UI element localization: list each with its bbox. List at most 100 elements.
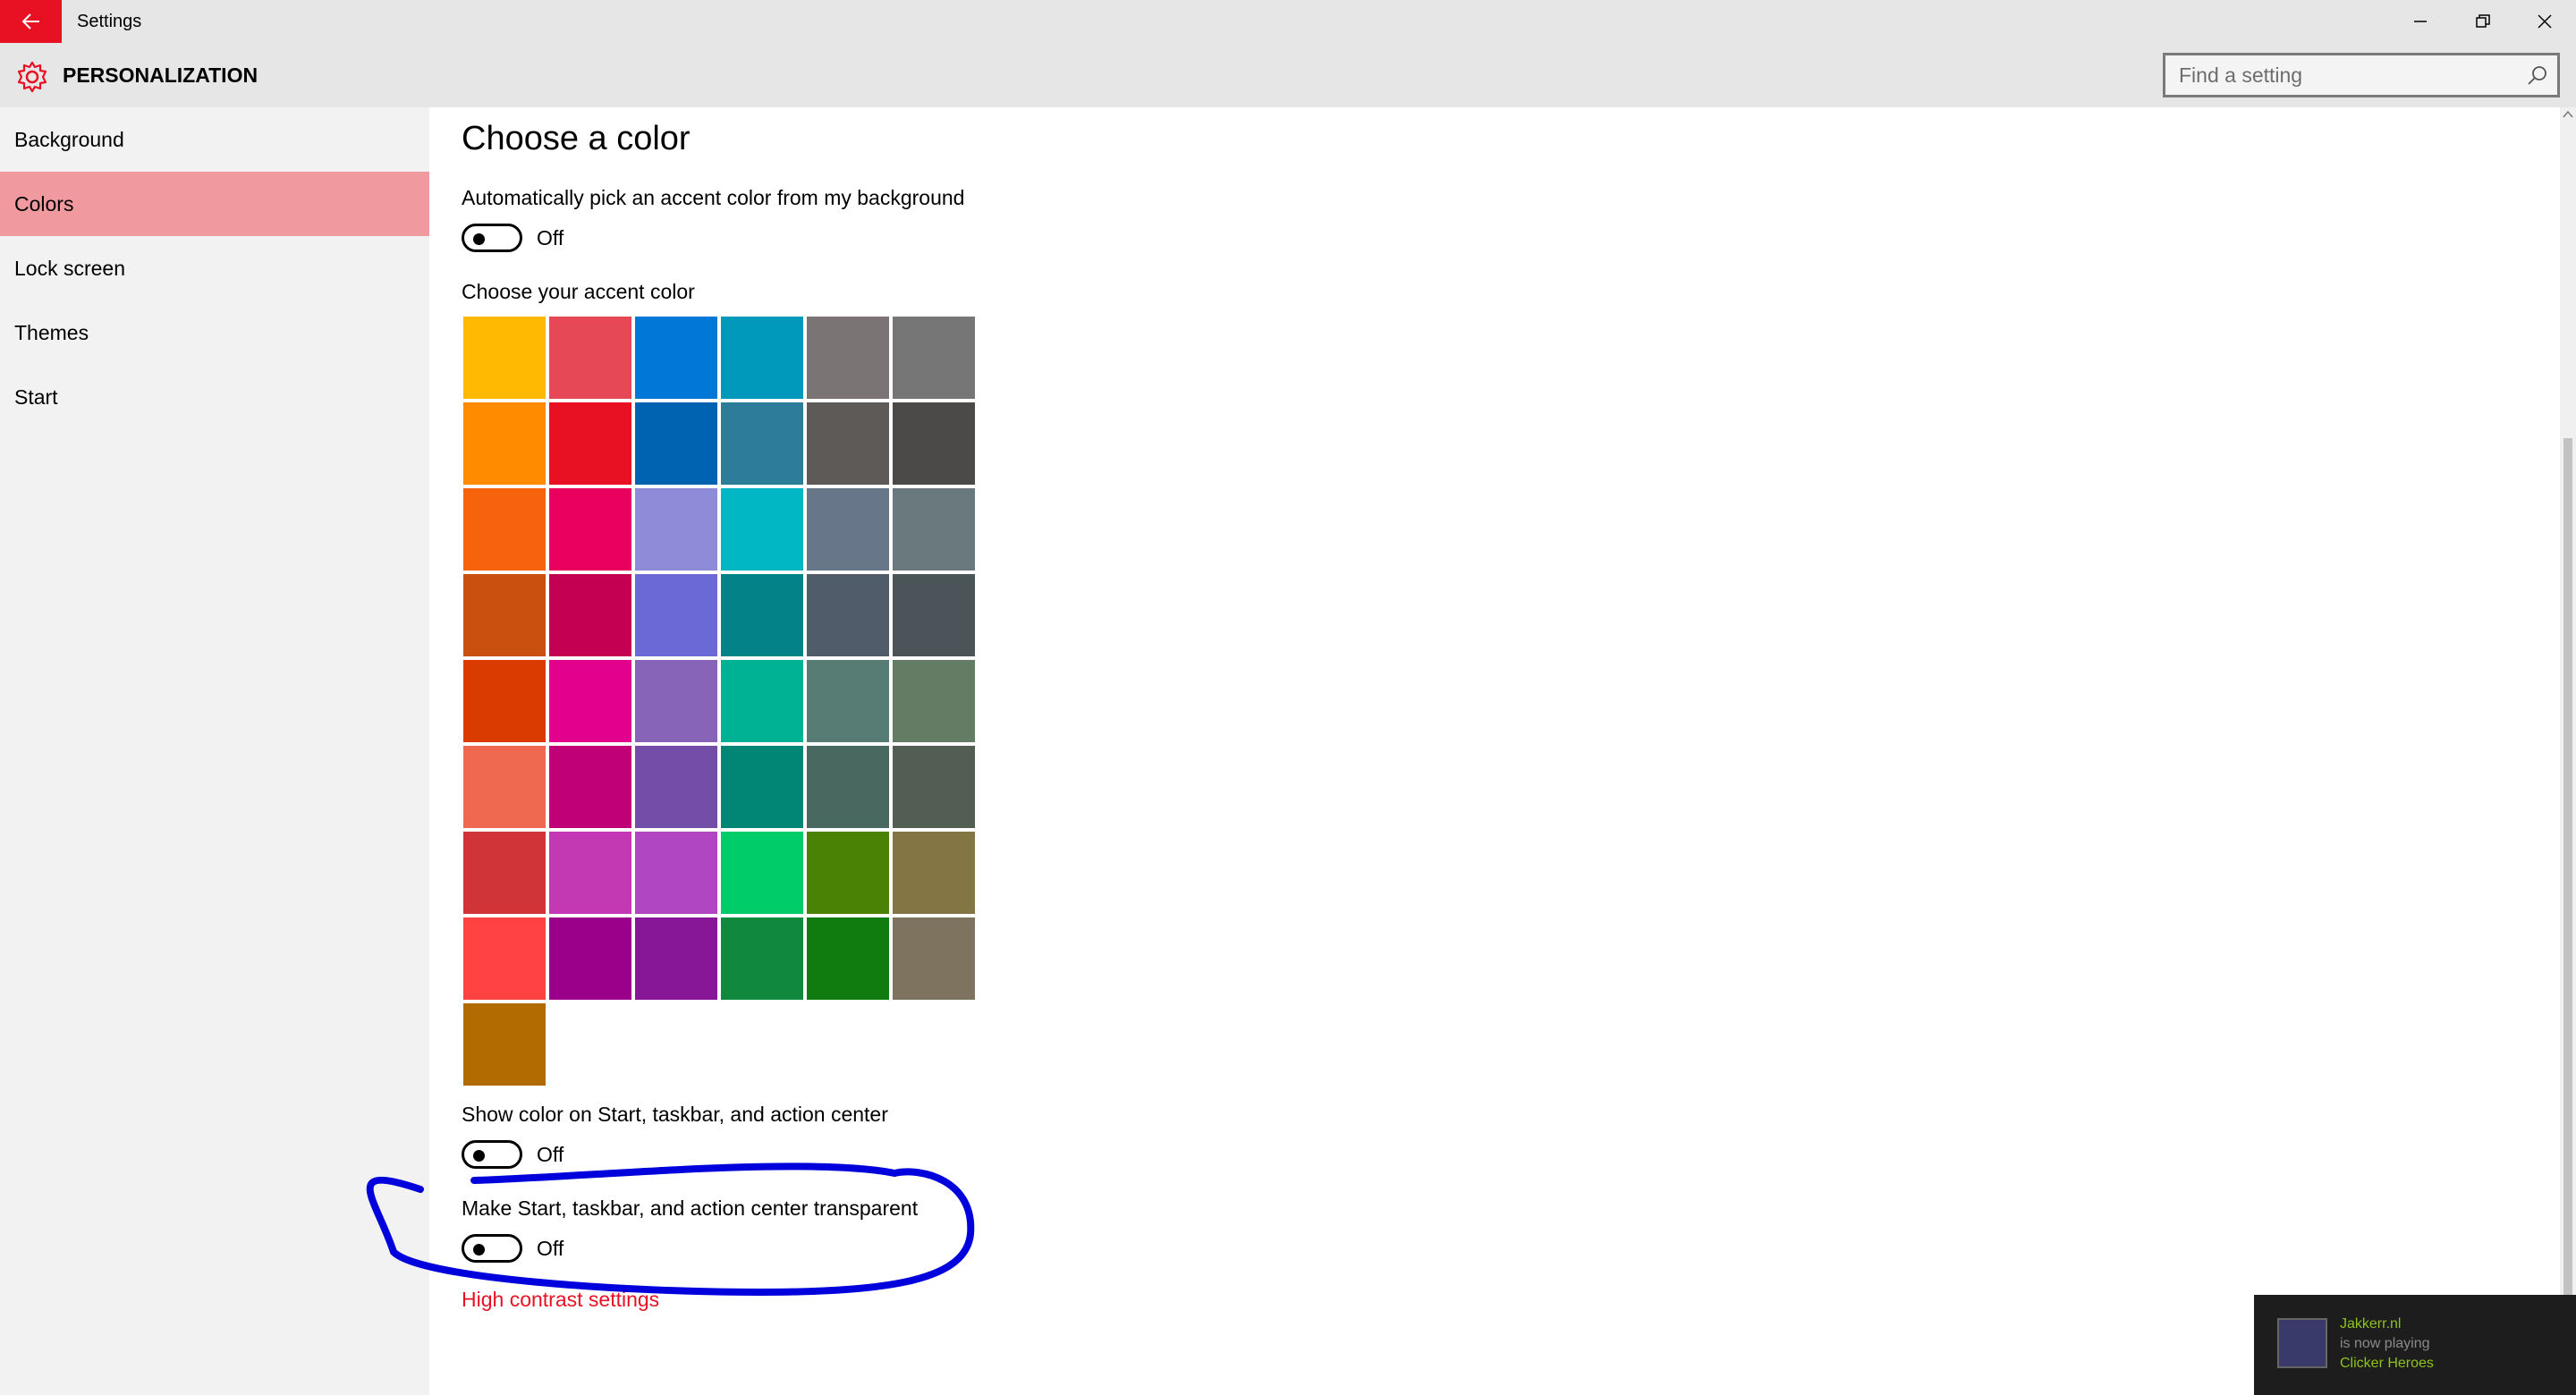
sidebar-item-label: Themes bbox=[14, 321, 89, 344]
auto-pick-state: Off bbox=[537, 226, 564, 249]
accent-color-swatch[interactable] bbox=[807, 488, 889, 571]
accent-color-swatch[interactable] bbox=[721, 402, 803, 485]
accent-color-swatch[interactable] bbox=[721, 832, 803, 914]
restore-button[interactable] bbox=[2452, 0, 2513, 43]
accent-color-swatch[interactable] bbox=[635, 574, 717, 656]
accent-color-swatch[interactable] bbox=[893, 832, 975, 914]
accent-color-swatch[interactable] bbox=[635, 832, 717, 914]
toggle-knob bbox=[473, 233, 485, 245]
accent-color-swatch[interactable] bbox=[893, 917, 975, 1000]
accent-color-swatch[interactable] bbox=[549, 402, 631, 485]
accent-color-label: Choose your accent color bbox=[462, 280, 695, 303]
sidebar-item-themes[interactable]: Themes bbox=[0, 300, 429, 365]
accent-color-swatch[interactable] bbox=[463, 660, 546, 742]
accent-color-swatch[interactable] bbox=[807, 317, 889, 399]
accent-color-swatch[interactable] bbox=[893, 746, 975, 828]
accent-color-swatch[interactable] bbox=[463, 746, 546, 828]
accent-color-swatch[interactable] bbox=[721, 917, 803, 1000]
page-header: PERSONALIZATION bbox=[0, 43, 2576, 107]
sidebar-item-colors[interactable]: Colors bbox=[0, 172, 429, 236]
main-content: Choose a color Automatically pick an acc… bbox=[429, 107, 2560, 1395]
show-color-state: Off bbox=[537, 1143, 564, 1166]
search-icon[interactable] bbox=[2527, 64, 2548, 86]
transparent-label: Make Start, taskbar, and action center t… bbox=[462, 1196, 919, 1220]
accent-color-swatch[interactable] bbox=[549, 746, 631, 828]
accent-color-swatch[interactable] bbox=[721, 660, 803, 742]
minimize-icon bbox=[2413, 21, 2427, 22]
accent-color-swatch[interactable] bbox=[807, 402, 889, 485]
transparent-state: Off bbox=[537, 1237, 564, 1260]
show-color-label: Show color on Start, taskbar, and action… bbox=[462, 1103, 888, 1126]
accent-color-swatch[interactable] bbox=[807, 746, 889, 828]
show-color-toggle[interactable] bbox=[462, 1140, 522, 1169]
accent-color-swatch[interactable] bbox=[721, 746, 803, 828]
accent-color-swatch[interactable] bbox=[807, 832, 889, 914]
sidebar-item-start[interactable]: Start bbox=[0, 365, 429, 429]
scroll-thumb[interactable] bbox=[2563, 438, 2572, 1297]
scroll-up-icon[interactable] bbox=[2563, 109, 2573, 120]
high-contrast-link[interactable]: High contrast settings bbox=[462, 1288, 659, 1312]
accent-color-swatch[interactable] bbox=[635, 317, 717, 399]
auto-pick-label: Automatically pick an accent color from … bbox=[462, 186, 965, 209]
accent-color-swatch[interactable] bbox=[549, 917, 631, 1000]
accent-color-swatch[interactable] bbox=[807, 574, 889, 656]
sidebar: Background Colors Lock screen Themes Sta… bbox=[0, 107, 429, 1395]
accent-color-swatch[interactable] bbox=[635, 660, 717, 742]
app-title: Settings bbox=[77, 12, 142, 31]
transparent-toggle[interactable] bbox=[462, 1234, 522, 1263]
restore-icon bbox=[2475, 14, 2490, 28]
back-button[interactable] bbox=[0, 0, 62, 43]
accent-color-swatch[interactable] bbox=[635, 488, 717, 571]
accent-color-swatch[interactable] bbox=[807, 917, 889, 1000]
gear-icon bbox=[17, 61, 47, 93]
back-arrow-icon bbox=[21, 13, 39, 30]
accent-color-swatch[interactable] bbox=[721, 574, 803, 656]
scrollbar[interactable] bbox=[2560, 107, 2576, 1395]
close-button[interactable] bbox=[2513, 0, 2575, 43]
toast-game: Clicker Heroes bbox=[2340, 1356, 2434, 1371]
accent-color-swatch[interactable] bbox=[549, 660, 631, 742]
toggle-knob bbox=[473, 1150, 485, 1162]
accent-color-swatch[interactable] bbox=[893, 402, 975, 485]
toast-status: is now playing bbox=[2340, 1336, 2430, 1351]
toast-user: Jakkerr.nl bbox=[2340, 1316, 2402, 1332]
sidebar-item-label: Background bbox=[14, 128, 124, 151]
accent-color-swatch[interactable] bbox=[463, 832, 546, 914]
toggle-knob bbox=[473, 1244, 485, 1256]
accent-color-swatch[interactable] bbox=[893, 317, 975, 399]
avatar bbox=[2277, 1318, 2327, 1368]
search-box[interactable] bbox=[2163, 53, 2560, 97]
accent-color-swatch[interactable] bbox=[807, 660, 889, 742]
accent-color-swatch[interactable] bbox=[463, 574, 546, 656]
sidebar-item-label: Lock screen bbox=[14, 257, 126, 280]
search-input[interactable] bbox=[2165, 55, 2505, 95]
section-heading: Choose a color bbox=[462, 120, 691, 157]
auto-pick-toggle[interactable] bbox=[462, 224, 522, 252]
accent-color-swatch[interactable] bbox=[463, 402, 546, 485]
sidebar-item-label: Start bbox=[14, 385, 58, 409]
accent-color-swatch[interactable] bbox=[463, 317, 546, 399]
page-title: PERSONALIZATION bbox=[63, 63, 258, 87]
accent-color-swatch[interactable] bbox=[893, 574, 975, 656]
accent-color-swatch[interactable] bbox=[721, 317, 803, 399]
accent-color-swatch[interactable] bbox=[635, 746, 717, 828]
accent-color-swatch[interactable] bbox=[549, 574, 631, 656]
sidebar-item-background[interactable]: Background bbox=[0, 107, 429, 172]
accent-color-swatch[interactable] bbox=[463, 1003, 546, 1086]
accent-color-swatch[interactable] bbox=[635, 917, 717, 1000]
accent-color-swatch[interactable] bbox=[549, 488, 631, 571]
accent-color-swatch[interactable] bbox=[893, 660, 975, 742]
accent-color-swatch[interactable] bbox=[463, 917, 546, 1000]
accent-color-swatch[interactable] bbox=[635, 402, 717, 485]
accent-color-swatch[interactable] bbox=[721, 488, 803, 571]
accent-color-swatch[interactable] bbox=[549, 832, 631, 914]
close-icon bbox=[2537, 14, 2552, 29]
accent-color-swatch[interactable] bbox=[463, 488, 546, 571]
accent-color-swatch[interactable] bbox=[893, 488, 975, 571]
sidebar-item-lock-screen[interactable]: Lock screen bbox=[0, 236, 429, 300]
accent-color-swatch[interactable] bbox=[549, 317, 631, 399]
sidebar-item-label: Colors bbox=[14, 192, 74, 216]
title-bar: Settings bbox=[0, 0, 2576, 43]
minimize-button[interactable] bbox=[2389, 0, 2451, 43]
now-playing-toast: Jakkerr.nl is now playing Clicker Heroes bbox=[2254, 1295, 2576, 1395]
